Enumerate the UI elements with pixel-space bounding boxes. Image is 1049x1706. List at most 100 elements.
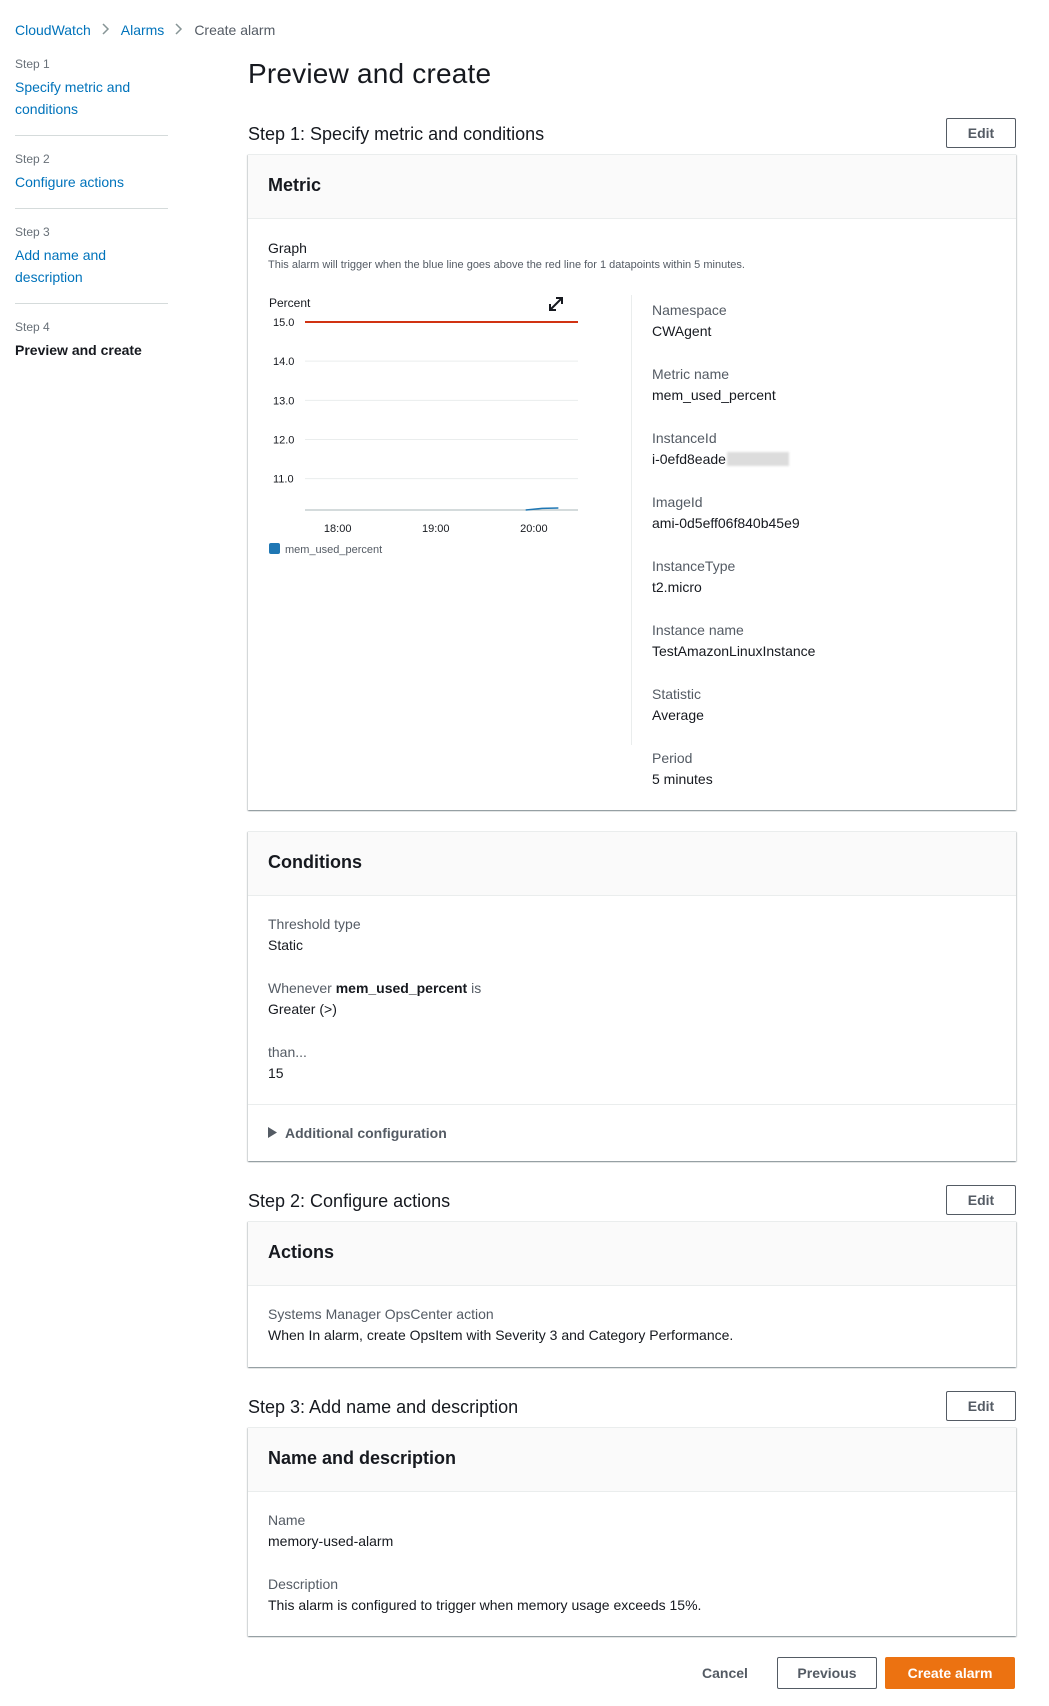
whenever-metric: mem_used_percent <box>335 980 468 996</box>
expand-icon[interactable] <box>547 295 565 313</box>
y-tick-label: 13.0 <box>273 395 294 407</box>
chevron-right-icon <box>102 22 110 38</box>
y-tick-label: 12.0 <box>273 435 294 447</box>
step1-title: Step 1: Specify metric and conditions <box>248 124 545 144</box>
detail-period: Period 5 minutes <box>652 750 815 814</box>
detail-instance-type: InstanceType t2.micro <box>652 558 815 622</box>
detail-metric-name: Metric name mem_used_percent <box>652 366 815 430</box>
name-description-panel: Name and description Name memory-used-al… <box>248 1427 1016 1636</box>
nav-step-link[interactable]: Configure actions <box>15 171 168 193</box>
graph-title: Graph <box>268 240 307 256</box>
whenever-value: Greater (>) <box>268 1001 337 1017</box>
nav-step-link[interactable]: Specify metric and conditions <box>15 76 168 120</box>
detail-value: t2.micro <box>652 579 702 595</box>
vertical-divider <box>631 295 632 745</box>
y-tick-label: 14.0 <box>273 356 294 368</box>
nav-step-number: Step 2 <box>15 152 50 166</box>
nav-step-number: Step 1 <box>15 57 50 71</box>
name-label: Name <box>268 1512 306 1528</box>
chevron-right-icon <box>175 22 183 38</box>
detail-label: ImageId <box>652 494 703 510</box>
whenever-condition: Whenever mem_used_percent is Greater (>) <box>268 980 481 1017</box>
detail-value: 5 minutes <box>652 771 713 787</box>
detail-namespace: Namespace CWAgent <box>652 302 815 366</box>
legend-label: mem_used_percent <box>285 544 382 556</box>
step2-title: Step 2: Configure actions <box>248 1191 451 1211</box>
previous-button[interactable]: Previous <box>777 1657 877 1689</box>
instance-id-text: i-0efd8eade <box>652 451 726 467</box>
caret-right-icon <box>268 1125 277 1141</box>
threshold-type: Threshold type Static <box>268 916 361 953</box>
nav-step-4: Step 4 Preview and create <box>15 320 168 376</box>
metric-panel-heading: Metric <box>248 155 1016 219</box>
legend-swatch <box>269 543 280 554</box>
detail-value: i-0efd8eade <box>652 451 815 467</box>
alarm-name: Name memory-used-alarm <box>268 1512 393 1549</box>
create-alarm-button[interactable]: Create alarm <box>885 1657 1015 1689</box>
step3-header: Step 3: Add name and description Edit <box>248 1391 1016 1423</box>
x-tick-label: 18:00 <box>324 523 352 535</box>
action-label: Systems Manager OpsCenter action <box>268 1306 494 1322</box>
detail-value: TestAmazonLinuxInstance <box>652 643 816 659</box>
step2-header: Step 2: Configure actions Edit <box>248 1185 1016 1217</box>
x-tick-label: 20:00 <box>520 523 548 535</box>
actions-panel: Actions Systems Manager OpsCenter action… <box>248 1221 1016 1367</box>
description-label: Description <box>268 1576 339 1592</box>
nav-step-3: Step 3 Add name and description <box>15 225 168 304</box>
detail-image-id: ImageId ami-0d5eff06f840b45e9 <box>652 494 815 558</box>
detail-label: Namespace <box>652 302 727 318</box>
detail-value: ami-0d5eff06f840b45e9 <box>652 515 800 531</box>
additional-configuration-toggle[interactable]: Additional configuration <box>268 1125 447 1141</box>
threshold-type-label: Threshold type <box>268 916 361 932</box>
y-tick-label: 15.0 <box>273 317 294 329</box>
edit-step1-button[interactable]: Edit <box>946 118 1016 148</box>
action-value: When In alarm, create OpsItem with Sever… <box>268 1327 734 1343</box>
whenever-suffix: is <box>471 980 482 996</box>
nav-step-2: Step 2 Configure actions <box>15 152 168 209</box>
description-value: This alarm is configured to trigger when… <box>268 1597 702 1613</box>
y-axis-label: Percent <box>269 296 311 310</box>
opscenter-action: Systems Manager OpsCenter action When In… <box>268 1306 733 1343</box>
nav-step-number: Step 4 <box>15 320 50 334</box>
nav-step-link[interactable]: Add name and description <box>15 244 168 288</box>
actions-panel-heading: Actions <box>248 1222 1016 1286</box>
edit-step2-button[interactable]: Edit <box>946 1185 1016 1215</box>
detail-label: Period <box>652 750 693 766</box>
step3-title: Step 3: Add name and description <box>248 1397 519 1417</box>
detail-instance-name: Instance name TestAmazonLinuxInstance <box>652 622 815 686</box>
than-condition: than... 15 <box>268 1044 307 1081</box>
detail-value: Average <box>652 707 704 723</box>
whenever-label: Whenever mem_used_percent is <box>268 980 481 996</box>
detail-label: Statistic <box>652 686 702 702</box>
detail-label: InstanceId <box>652 430 717 446</box>
detail-label: InstanceType <box>652 558 736 574</box>
graph-description: This alarm will trigger when the blue li… <box>268 259 745 271</box>
additional-configuration-label: Additional configuration <box>285 1125 447 1141</box>
threshold-type-value: Static <box>268 937 304 953</box>
breadcrumb: CloudWatch Alarms Create alarm <box>15 22 275 38</box>
whenever-prefix: Whenever <box>268 980 332 996</box>
conditions-panel-heading: Conditions <box>248 832 1016 896</box>
wizard-steps-nav: Step 1 Specify metric and conditions Ste… <box>15 57 168 392</box>
redacted-block <box>726 452 789 466</box>
cancel-button[interactable]: Cancel <box>681 1657 769 1689</box>
detail-label: Instance name <box>652 622 744 638</box>
alarm-description: Description This alarm is configured to … <box>268 1576 701 1613</box>
nav-step-current: Preview and create <box>15 342 142 358</box>
metric-chart: Percent 15.0 14.0 13.0 12.0 11.0 18:00 19:00 20:… <box>260 295 590 565</box>
page-title: Preview and create <box>248 58 492 89</box>
step1-header: Step 1: Specify metric and conditions Ed… <box>248 118 1016 150</box>
metric-details: Namespace CWAgent Metric name mem_used_p… <box>652 302 815 814</box>
detail-instance-id: InstanceId i-0efd8eade <box>652 430 815 494</box>
breadcrumb-alarms[interactable]: Alarms <box>121 22 165 38</box>
edit-step3-button[interactable]: Edit <box>946 1391 1016 1421</box>
nav-step-number: Step 3 <box>15 225 50 239</box>
name-description-panel-heading: Name and description <box>248 1428 1016 1492</box>
than-label: than... <box>268 1044 307 1060</box>
conditions-panel: Conditions Threshold type Static Wheneve… <box>248 831 1016 1161</box>
y-tick-label: 11.0 <box>273 474 294 486</box>
chart-svg: Percent 15.0 14.0 13.0 12.0 11.0 18:00 19:00 20:… <box>269 296 578 556</box>
divider <box>248 1104 1016 1105</box>
breadcrumb-cloudwatch[interactable]: CloudWatch <box>15 22 91 38</box>
name-value: memory-used-alarm <box>268 1533 394 1549</box>
